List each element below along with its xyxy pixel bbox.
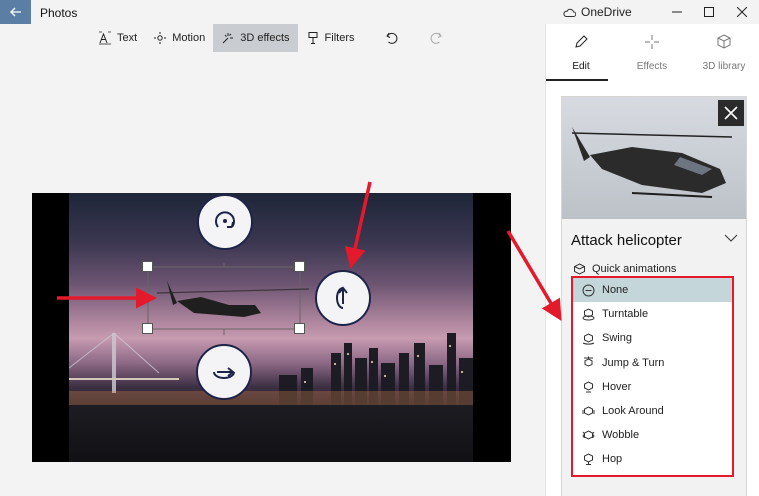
- none-icon: [582, 284, 595, 297]
- onedrive-button[interactable]: OneDrive: [563, 5, 632, 19]
- animation-label: Wobble: [602, 429, 640, 442]
- animation-label: Hop: [602, 453, 623, 466]
- text-icon: [99, 31, 111, 45]
- cloud-icon: [563, 8, 576, 17]
- remove-model-button[interactable]: [718, 100, 744, 126]
- selection-frame: [147, 263, 310, 335]
- rotate-vertical-control[interactable]: [315, 270, 371, 326]
- tab-3d-library-label: 3D library: [702, 61, 746, 72]
- rotate-horizontal-control[interactable]: [196, 344, 252, 400]
- minimize-icon: [672, 11, 682, 13]
- jump-turn-icon: [584, 356, 593, 367]
- animation-option-hop[interactable]: Hop: [573, 447, 732, 471]
- animation-label: Turntable: [602, 308, 649, 321]
- photo-canvas[interactable]: [32, 193, 511, 462]
- filters-tool-button[interactable]: Filters: [298, 24, 363, 52]
- title-bar: Photos OneDrive: [0, 0, 759, 24]
- animation-option-swing[interactable]: Swing: [573, 326, 732, 350]
- tab-effects[interactable]: Effects: [617, 34, 687, 72]
- animation-label: Swing: [602, 332, 632, 345]
- resize-handle-top-right[interactable]: [294, 261, 305, 272]
- animation-option-none[interactable]: None: [573, 278, 732, 303]
- redo-button[interactable]: [421, 24, 451, 52]
- rotate-clockwise-icon: [215, 211, 235, 228]
- maximize-button[interactable]: [692, 0, 726, 24]
- close-icon: [737, 7, 747, 17]
- filters-tool-label: Filters: [324, 32, 355, 44]
- swing-icon: [582, 333, 595, 345]
- tab-effects-label: Effects: [636, 61, 668, 72]
- helicopter-preview: [562, 97, 746, 219]
- resize-handle-bottom-right[interactable]: [294, 323, 305, 334]
- back-button[interactable]: [0, 0, 31, 24]
- animation-option-look-around[interactable]: Look Around: [573, 399, 732, 423]
- app-title: Photos: [40, 6, 78, 20]
- model-title: Attack helicopter: [571, 232, 682, 249]
- motion-tool-label: Motion: [172, 32, 206, 44]
- undo-icon: [385, 32, 397, 44]
- animation-option-wobble[interactable]: Wobble: [573, 423, 732, 447]
- redo-icon: [430, 32, 442, 44]
- city-skyline-photo: [69, 193, 473, 462]
- tab-edit-label: Edit: [572, 61, 590, 72]
- animation-label: Hover: [602, 380, 632, 393]
- animation-option-turntable[interactable]: Turntable: [573, 302, 732, 326]
- look-around-icon: [582, 405, 595, 416]
- motion-icon: [154, 32, 167, 44]
- quick-animations-header: Quick animations: [573, 263, 676, 275]
- turntable-icon: [582, 308, 595, 321]
- animation-label: None: [602, 284, 629, 297]
- hop-icon: [584, 453, 593, 465]
- resize-handle-bottom-left[interactable]: [142, 323, 153, 334]
- close-icon: [724, 106, 738, 120]
- close-window-button[interactable]: [725, 0, 759, 24]
- rotate-horizontal-icon: [213, 367, 235, 379]
- 3d-effects-tool-label: 3D effects: [240, 32, 290, 44]
- motion-tool-button[interactable]: Motion: [145, 24, 213, 52]
- undo-button[interactable]: [377, 24, 407, 52]
- filters-icon: [308, 32, 318, 44]
- animation-option-jump-turn[interactable]: Jump & Turn: [573, 351, 732, 375]
- 3d-effects-tool-button[interactable]: 3D effects: [213, 24, 298, 52]
- quick-animations-icon: [574, 263, 585, 275]
- animation-option-hover[interactable]: Hover: [573, 375, 732, 399]
- animation-dropdown: None Turntable Swing Jump & Turn Hover L…: [571, 276, 734, 477]
- animation-label: Look Around: [602, 405, 664, 418]
- rotate-top-control[interactable]: [197, 194, 253, 250]
- onedrive-label: OneDrive: [581, 5, 632, 19]
- resize-handle-top-left[interactable]: [142, 261, 153, 272]
- cube-icon: [717, 34, 731, 49]
- sparkle-icon: [645, 35, 659, 49]
- back-arrow-icon: [9, 7, 21, 17]
- text-tool-label: Text: [117, 32, 138, 44]
- wobble-icon: [582, 430, 595, 440]
- hover-icon: [584, 381, 593, 393]
- editor-toolbar: Text Motion 3D effects Filters: [90, 24, 451, 52]
- tab-edit[interactable]: Edit: [546, 34, 616, 72]
- maximize-icon: [704, 7, 714, 17]
- text-tool-button[interactable]: Text: [90, 24, 145, 52]
- minimize-button[interactable]: [660, 0, 694, 24]
- helicopter-model: [156, 281, 310, 317]
- rotate-vertical-icon: [336, 286, 348, 309]
- chevron-down-icon[interactable]: [724, 234, 738, 242]
- quick-animations-label: Quick animations: [592, 263, 677, 275]
- tab-3d-library[interactable]: 3D library: [689, 34, 759, 72]
- pencil-icon: [575, 35, 588, 48]
- 3d-effects-icon: [222, 33, 234, 44]
- active-tab-indicator: [546, 79, 608, 81]
- animation-label: Jump & Turn: [602, 356, 665, 369]
